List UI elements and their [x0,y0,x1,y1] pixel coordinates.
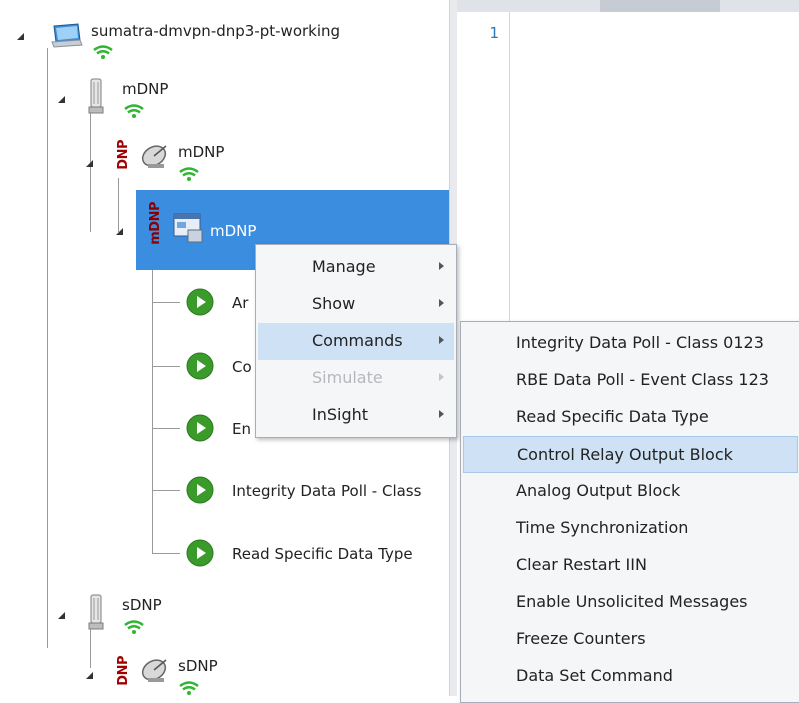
command-label: Integrity Data Poll - Class 0123 [516,333,764,352]
wifi-icon [123,620,145,634]
play-icon [186,539,214,567]
tree-connector [152,268,153,554]
tree-child-label[interactable]: Co [232,358,252,376]
tree-child-label[interactable]: Integrity Data Poll - Class [232,482,421,500]
line-number-gutter: 1 [457,12,510,322]
menu-item-commands[interactable]: Commands [258,323,454,360]
command-label: Analog Output Block [516,481,681,500]
computer-icon [50,22,84,48]
menu-item-insight[interactable]: InSight [258,397,454,434]
command-label: Enable Unsolicited Messages [516,592,748,611]
menu-item-label: Show [312,294,356,313]
tree-connector [152,366,180,367]
command-label: Control Relay Output Block [517,445,733,464]
commands-submenu: Integrity Data Poll - Class 0123 RBE Dat… [460,321,799,703]
node-mdnp-selected-label[interactable]: mDNP [210,222,256,240]
submenu-arrow-icon [439,336,444,344]
tree-connector [152,490,180,491]
command-integrity-data-poll[interactable]: Integrity Data Poll - Class 0123 [463,325,798,362]
node-mdnp-label[interactable]: mDNP [178,143,224,161]
command-rbe-data-poll[interactable]: RBE Data Poll - Event Class 123 [463,362,798,399]
collapse-arrow-icon[interactable] [86,160,93,167]
collapse-arrow-icon[interactable] [116,228,123,235]
tree-connector [90,112,91,232]
wifi-icon [178,167,200,181]
menu-item-manage[interactable]: Manage [258,249,454,286]
menu-item-label: Simulate [312,368,383,387]
node-sdnp-label[interactable]: sDNP [122,596,162,614]
root-node-label[interactable]: sumatra-dmvpn-dnp3-pt-working [91,22,340,40]
wifi-icon [123,104,145,118]
collapse-arrow-icon[interactable] [17,33,24,40]
menu-item-label: Commands [312,331,403,350]
satellite-dish-icon [140,142,172,170]
submenu-arrow-icon [439,262,444,270]
command-time-synchronization[interactable]: Time Synchronization [463,510,798,547]
play-icon [186,352,214,380]
collapse-arrow-icon[interactable] [58,612,65,619]
command-label: Freeze Counters [516,629,646,648]
dnp-tag: DNP [116,656,131,686]
play-icon [186,288,214,316]
editor-tab[interactable] [600,0,720,12]
tree-connector [152,553,180,554]
command-freeze-counters[interactable]: Freeze Counters [463,621,798,658]
submenu-arrow-icon [439,373,444,381]
menu-item-label: InSight [312,405,369,424]
command-label: Clear Restart IIN [516,555,647,574]
application-icon [172,212,206,244]
tree-child-label[interactable]: Ar [232,294,248,312]
node-mdnp-label[interactable]: mDNP [122,80,168,98]
tree-connector [118,178,119,232]
play-icon [186,414,214,442]
command-control-relay-output-block[interactable]: Control Relay Output Block [463,436,798,473]
tree-connector [152,302,180,303]
satellite-dish-icon [140,656,172,684]
tree-connector [47,48,48,648]
command-read-specific-data-type[interactable]: Read Specific Data Type [463,399,798,436]
server-icon [88,594,104,632]
submenu-arrow-icon [439,299,444,307]
play-icon [186,476,214,504]
command-enable-unsolicited-messages[interactable]: Enable Unsolicited Messages [463,584,798,621]
dnp-tag: DNP [116,140,131,170]
menu-item-label: Manage [312,257,376,276]
collapse-arrow-icon[interactable] [58,96,65,103]
line-number: 1 [489,24,499,42]
menu-item-simulate: Simulate [258,360,454,397]
wifi-icon [178,681,200,695]
command-data-set-command[interactable]: Data Set Command [463,658,798,695]
mdnp-tag: mDNP [148,202,163,245]
tree-connector [152,428,180,429]
collapse-arrow-icon[interactable] [86,672,93,679]
tree-child-label[interactable]: Read Specific Data Type [232,545,413,563]
submenu-arrow-icon [439,410,444,418]
menu-item-show[interactable]: Show [258,286,454,323]
server-icon [88,78,104,116]
command-label: Time Synchronization [516,518,689,537]
wifi-icon [92,45,114,59]
command-clear-restart-iin[interactable]: Clear Restart IIN [463,547,798,584]
command-label: Data Set Command [516,666,673,685]
context-menu: Manage Show Commands Simulate InSight [255,244,457,438]
node-sdnp-label[interactable]: sDNP [178,657,218,675]
tree-child-label[interactable]: En [232,420,251,438]
tree-connector [90,628,91,668]
command-analog-output-block[interactable]: Analog Output Block [463,473,798,510]
command-label: RBE Data Poll - Event Class 123 [516,370,769,389]
command-label: Read Specific Data Type [516,407,709,426]
